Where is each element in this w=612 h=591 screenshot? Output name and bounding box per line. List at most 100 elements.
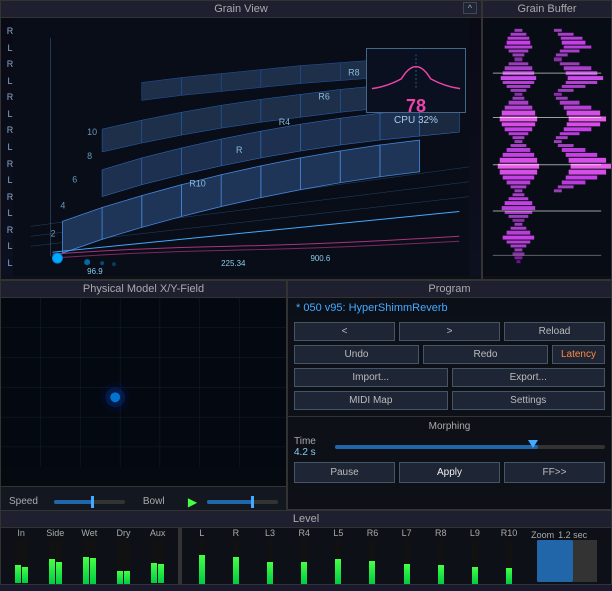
channel-r4-meters: [301, 538, 307, 584]
meter-bar: [472, 539, 478, 584]
speed-slider[interactable]: [54, 500, 125, 504]
svg-text:R10: R10: [189, 179, 205, 189]
physical-model-content[interactable]: [1, 298, 286, 486]
program-settings-button[interactable]: Settings: [452, 391, 606, 410]
program-midi-map-button[interactable]: MIDI Map: [294, 391, 448, 410]
physical-model-title: Physical Model X/Y-Field: [1, 281, 286, 298]
program-latency-button[interactable]: Latency: [552, 345, 605, 364]
svg-text:4: 4: [60, 201, 65, 211]
zoom-label: Zoom: [531, 530, 554, 540]
program-next-button[interactable]: >: [399, 322, 500, 341]
svg-text:2: 2: [50, 228, 55, 238]
grain-view-label: Grain View: [214, 3, 268, 15]
meter-bar: [301, 539, 307, 584]
program-undo-button[interactable]: Undo: [294, 345, 419, 364]
grain-buffer-waveform: waveform data: [483, 18, 611, 276]
zoom-value: 1.2 sec: [558, 530, 587, 540]
cpu-percent-label: CPU 32%: [367, 115, 465, 126]
channel-dry: Dry: [107, 528, 139, 584]
physical-model-label: Physical Model X/Y-Field: [83, 283, 204, 295]
meter-bar: [151, 538, 157, 583]
channel-l9: L9: [459, 528, 491, 584]
program-io-row: Import... Export...: [294, 368, 605, 387]
time-label: Time 4.2 s: [294, 436, 329, 458]
meter-bar: [56, 539, 62, 584]
program-panel: Program * 050 v95: HyperShimmReverb < > …: [287, 280, 612, 510]
program-export-button[interactable]: Export...: [452, 368, 606, 387]
program-controls: < > Reload Undo Redo Latency Import... E…: [288, 318, 611, 414]
channel-in-meters: [15, 538, 28, 583]
bowl-play-button[interactable]: ▶: [188, 495, 197, 509]
time-label-text: Time: [294, 436, 316, 447]
channel-l9-meters: [472, 538, 478, 584]
channel-r8: R8: [425, 528, 457, 584]
channel-l3: L3: [254, 528, 286, 584]
channel-aux: Aux +10: [142, 528, 174, 584]
morphing-apply-button[interactable]: Apply: [399, 462, 500, 483]
grain-buffer-label: Grain Buffer: [517, 3, 576, 15]
channel-l7: L7: [391, 528, 423, 584]
channel-l5-meters: [335, 538, 341, 584]
program-title-label: Program: [428, 283, 470, 295]
zoom-slider[interactable]: [537, 540, 597, 582]
collapse-button[interactable]: ^: [463, 2, 477, 14]
transport-row: Pause Apply FF>>: [294, 462, 605, 483]
zoom-row: Zoom 1.2 sec: [531, 530, 603, 540]
channel-side-meters: [49, 538, 62, 584]
grain-buffer-title: Grain Buffer: [483, 1, 611, 18]
svg-text:225.34: 225.34: [221, 259, 246, 268]
channel-r6: R6: [356, 528, 388, 584]
program-redo-button[interactable]: Redo: [423, 345, 548, 364]
program-nav-row: < > Reload: [294, 322, 605, 341]
grain-buffer-panel: Grain Buffer waveform data: [482, 0, 612, 280]
morphing-ff-button[interactable]: FF>>: [504, 462, 605, 483]
physical-model-panel: Physical Model X/Y-Field: [0, 280, 287, 510]
time-slider[interactable]: [335, 445, 605, 449]
level-title: Level: [1, 511, 611, 528]
svg-text:R6: R6: [318, 91, 329, 101]
program-panel-title: Program: [288, 281, 611, 298]
channel-r: R: [220, 528, 252, 584]
meter-bar: [15, 538, 21, 583]
meter-bar: [158, 538, 164, 583]
svg-text:R: R: [236, 145, 243, 155]
program-reload-button[interactable]: Reload: [504, 322, 605, 341]
channel-r6-meters: [369, 538, 375, 584]
bowl-label: Bowl: [143, 496, 178, 507]
channel-r4: R4: [288, 528, 320, 584]
program-edit-row: Undo Redo Latency: [294, 345, 605, 364]
channel-l7-meters: [404, 538, 410, 584]
meter-bar: [404, 539, 410, 584]
channel-r10-meters: [506, 538, 512, 584]
meter-bar: [233, 539, 239, 584]
program-prev-button[interactable]: <: [294, 322, 395, 341]
grain-view-title: Grain View ^: [1, 1, 481, 18]
grain-view-panel: Grain View ^ R L R L R L R L R L R L: [0, 0, 482, 280]
bowl-slider[interactable]: [207, 500, 278, 504]
meter-bar: [90, 539, 96, 584]
morphing-title: Morphing: [294, 421, 605, 432]
meter-bar: [83, 539, 89, 584]
time-row: Time 4.2 s: [294, 436, 605, 458]
level-section: Level In +0 Side: [0, 510, 612, 585]
svg-text:R4: R4: [279, 117, 290, 127]
meter-bar: [267, 539, 273, 584]
svg-text:900.6: 900.6: [310, 254, 330, 263]
svg-text:R8: R8: [348, 68, 359, 78]
channel-l: L: [186, 528, 218, 584]
meter-bar: [199, 539, 205, 584]
channel-r8-meters: [438, 538, 444, 584]
channel-r10: R10: [493, 528, 525, 584]
meter-bar: [506, 539, 512, 584]
svg-text:10: 10: [87, 127, 97, 137]
svg-text:6: 6: [72, 175, 77, 185]
svg-text:96.9: 96.9: [87, 267, 103, 276]
meter-bar: [49, 539, 55, 584]
morphing-section: Morphing Time 4.2 s Pause Apply FF>>: [288, 416, 611, 487]
grain-view-content: R L R L R L R L R L R L R L L: [1, 18, 481, 276]
meter-bar: [22, 538, 28, 583]
xy-grid: [1, 298, 286, 467]
morphing-pause-button[interactable]: Pause: [294, 462, 395, 483]
program-import-button[interactable]: Import...: [294, 368, 448, 387]
channel-l-meters: [199, 538, 205, 584]
